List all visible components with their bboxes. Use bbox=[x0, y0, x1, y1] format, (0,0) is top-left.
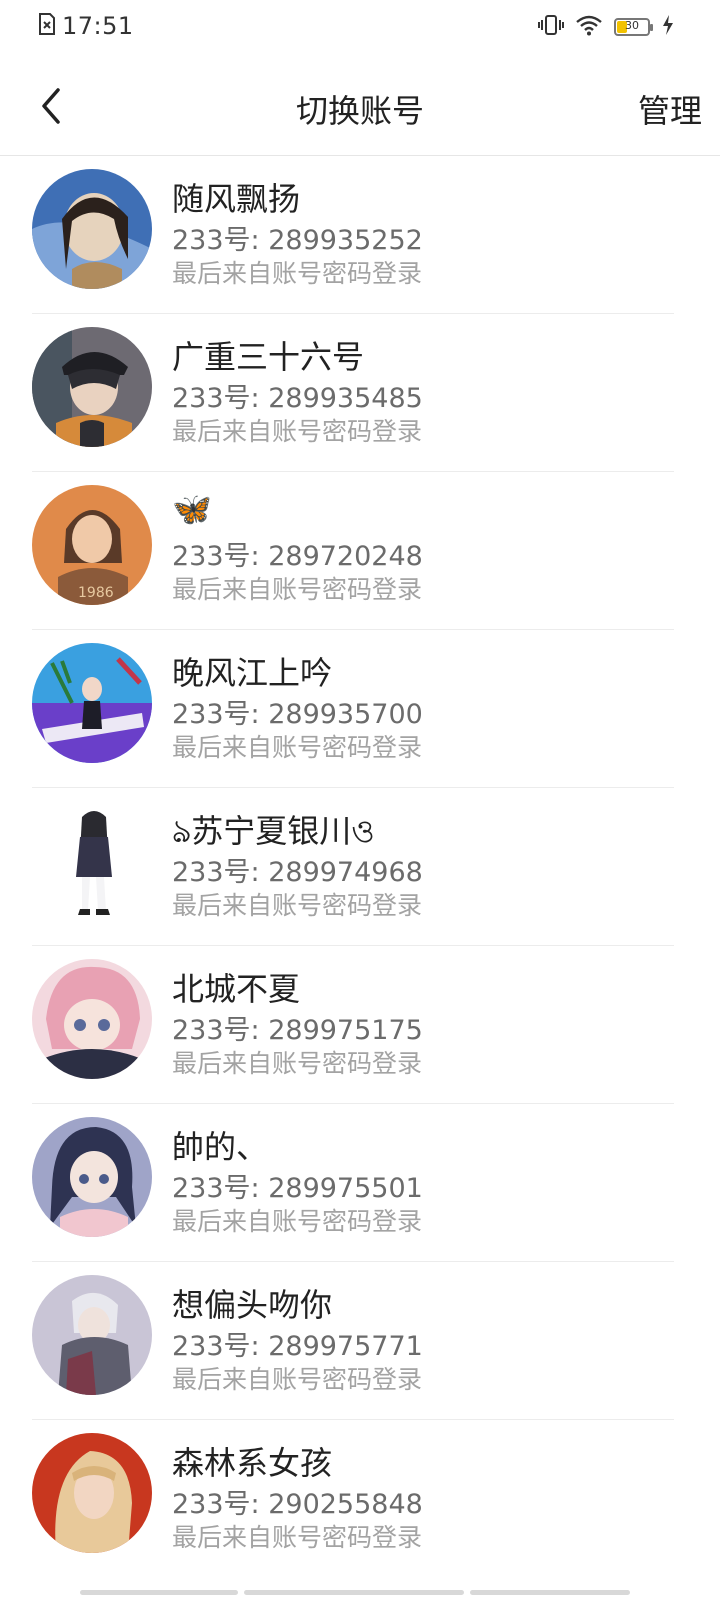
login-method: 最后来自账号密码登录 bbox=[172, 575, 423, 604]
account-name: 晚风江上吟 bbox=[172, 654, 333, 692]
sim-card-icon bbox=[38, 13, 56, 39]
login-method: 最后来自账号密码登录 bbox=[172, 259, 423, 288]
account-id: 233号: 289935252 bbox=[172, 225, 423, 256]
login-method: 最后来自账号密码登录 bbox=[172, 891, 423, 920]
avatar: 1986 bbox=[32, 485, 152, 605]
avatar bbox=[32, 801, 152, 921]
account-name: 森林系女孩 bbox=[172, 1444, 333, 1482]
charging-icon bbox=[662, 15, 674, 39]
account-id: 233号: 289975175 bbox=[172, 1015, 423, 1046]
account-name: 🦋 bbox=[172, 490, 212, 528]
account-item[interactable]: 想偏头吻你 233号: 289975771 最后来自账号密码登录 bbox=[0, 1262, 720, 1420]
wifi-icon bbox=[576, 14, 602, 40]
login-method: 最后来自账号密码登录 bbox=[172, 733, 423, 762]
login-method: 最后来自账号密码登录 bbox=[172, 1049, 423, 1078]
account-name: 随风飘扬 bbox=[172, 180, 301, 218]
back-arrow-icon bbox=[42, 88, 60, 124]
status-bar: 17:51 30 bbox=[0, 0, 720, 56]
status-left: 17:51 bbox=[38, 12, 134, 40]
avatar bbox=[32, 1275, 152, 1395]
svg-text:1986: 1986 bbox=[78, 585, 114, 601]
account-item[interactable]: 森林系女孩 233号: 290255848 最后来自账号密码登录 bbox=[0, 1420, 720, 1578]
login-method: 最后来自账号密码登录 bbox=[172, 417, 423, 446]
vibrate-icon bbox=[538, 14, 564, 40]
avatar bbox=[32, 959, 152, 1079]
account-name: 北城不夏 bbox=[172, 970, 301, 1008]
account-name: 广重三十六号 bbox=[172, 338, 365, 376]
login-method: 最后来自账号密码登录 bbox=[172, 1207, 423, 1236]
avatar bbox=[32, 643, 152, 763]
avatar bbox=[32, 1433, 152, 1553]
back-button[interactable] bbox=[30, 84, 74, 128]
status-right: 30 bbox=[538, 14, 674, 40]
account-id: 233号: 289935485 bbox=[172, 383, 423, 414]
battery-level: 30 bbox=[625, 19, 639, 32]
account-id: 233号: 290255848 bbox=[172, 1489, 423, 1520]
avatar bbox=[32, 1117, 152, 1237]
account-id: 233号: 289974968 bbox=[172, 857, 423, 888]
avatar bbox=[32, 169, 152, 289]
account-item[interactable]: 1986 🦋 233号: 289720248 最后来自账号密码登录 bbox=[0, 472, 720, 630]
page-title: 切换账号 bbox=[295, 92, 424, 130]
account-item[interactable]: 晚风江上吟 233号: 289935700 最后来自账号密码登录 bbox=[0, 630, 720, 788]
account-name: 帥的、 bbox=[172, 1128, 269, 1166]
account-list: 随风飘扬 233号: 289935252 最后来自账号密码登录 广重三十六号 2… bbox=[0, 156, 720, 1578]
account-item[interactable]: 北城不夏 233号: 289975175 最后来自账号密码登录 bbox=[0, 946, 720, 1104]
status-time: 17:51 bbox=[62, 12, 134, 40]
account-id: 233号: 289975501 bbox=[172, 1173, 423, 1204]
login-method: 最后来自账号密码登录 bbox=[172, 1523, 423, 1552]
login-method: 最后来自账号密码登录 bbox=[172, 1365, 423, 1394]
gesture-bar bbox=[80, 1590, 630, 1595]
account-item[interactable]: 帥的、 233号: 289975501 最后来自账号密码登录 bbox=[0, 1104, 720, 1262]
account-item[interactable]: 广重三十六号 233号: 289935485 最后来自账号密码登录 bbox=[0, 314, 720, 472]
account-item[interactable]: ঌ苏宁夏银川ও 233号: 289974968 最后来自账号密码登录 bbox=[0, 788, 720, 946]
account-id: 233号: 289935700 bbox=[172, 699, 423, 730]
battery-icon: 30 bbox=[614, 18, 653, 36]
account-item[interactable]: 随风飘扬 233号: 289935252 最后来自账号密码登录 bbox=[0, 156, 720, 314]
header-bar: 切换账号 管理 bbox=[0, 56, 720, 156]
account-name: 想偏头吻你 bbox=[172, 1286, 333, 1324]
avatar bbox=[32, 327, 152, 447]
account-id: 233号: 289720248 bbox=[172, 541, 423, 572]
account-id: 233号: 289975771 bbox=[172, 1331, 423, 1362]
manage-button[interactable]: 管理 bbox=[638, 86, 702, 132]
